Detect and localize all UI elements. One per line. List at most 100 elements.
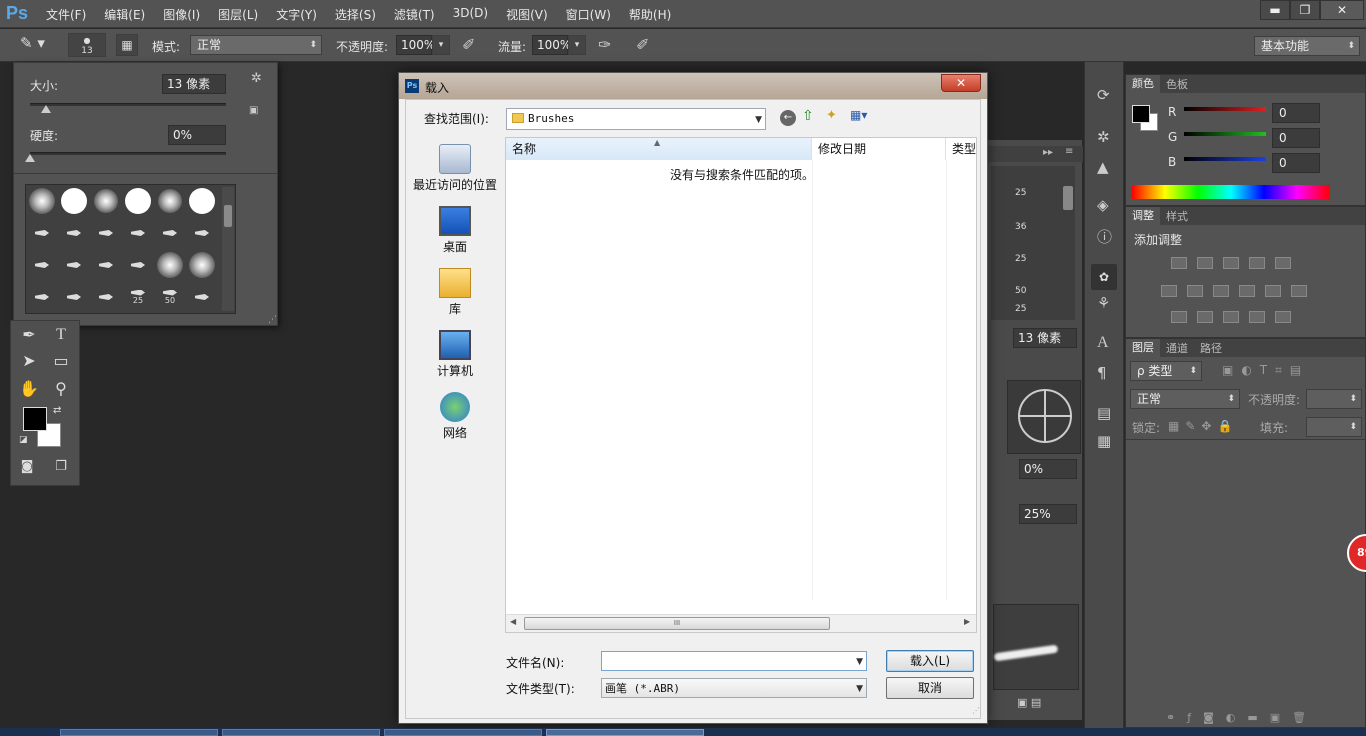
swap-colors-icon[interactable]: ⇄ — [53, 405, 61, 416]
column-modified[interactable]: 修改日期 — [812, 138, 946, 160]
horizontal-scrollbar[interactable]: ◀ III ▶ — [506, 614, 976, 632]
info-icon[interactable]: ⓘ — [1097, 226, 1112, 247]
brush-tip[interactable] — [156, 251, 184, 279]
bw-icon[interactable] — [1213, 285, 1229, 297]
window-close-button[interactable]: ✕ — [1320, 0, 1364, 20]
lock-icons[interactable]: ▦✎✥🔒 — [1168, 419, 1238, 433]
minimize-button[interactable]: ▬ — [1260, 0, 1290, 20]
brush-tip[interactable] — [188, 219, 216, 247]
brush-tip[interactable] — [28, 219, 56, 247]
posterize-icon[interactable] — [1197, 311, 1213, 323]
size-input[interactable]: 13 像素 — [162, 74, 226, 94]
menu-image[interactable]: 图像(I) — [163, 6, 200, 23]
brush-tip[interactable] — [60, 251, 88, 279]
restore-button[interactable]: ❐ — [1290, 0, 1320, 20]
brush-tip[interactable] — [124, 187, 152, 215]
quick-mask-icon[interactable]: ◙ — [15, 455, 39, 479]
tab-adjustments[interactable]: 调整 — [1126, 207, 1160, 225]
brush-panel-icon[interactable]: ✿ — [1091, 264, 1117, 290]
brush-tip[interactable] — [28, 251, 56, 279]
taskbar-item[interactable] — [222, 729, 380, 736]
brush-tool-preset-icon[interactable]: ✎ ▾ — [20, 34, 60, 56]
brush-tip[interactable] — [188, 251, 216, 279]
menu-layer[interactable]: 图层(L) — [218, 6, 258, 23]
menu-file[interactable]: 文件(F) — [46, 6, 86, 23]
brush-grid-scrollbar[interactable] — [222, 187, 234, 311]
scroll-right-icon[interactable]: ▶ — [964, 617, 970, 626]
up-folder-icon[interactable]: ⇧ — [802, 108, 814, 124]
tab-paths[interactable]: 路径 — [1194, 340, 1228, 356]
balance-icon[interactable] — [1187, 285, 1203, 297]
resize-grip-icon[interactable]: ⋰ — [268, 315, 277, 325]
place-network[interactable]: 网络 — [410, 392, 500, 441]
screen-mode-icon[interactable]: ❐ — [49, 455, 73, 479]
selective-color-icon[interactable] — [1275, 311, 1291, 323]
brush-tip[interactable] — [28, 283, 56, 311]
roundness-input[interactable]: 0% — [1019, 459, 1077, 479]
menu-filter[interactable]: 滤镜(T) — [394, 6, 435, 23]
taskbar-item[interactable] — [546, 729, 704, 736]
lookup-icon[interactable] — [1291, 285, 1307, 297]
view-menu-icon[interactable]: ▦▾ — [850, 108, 867, 122]
tab-styles[interactable]: 样式 — [1160, 208, 1194, 224]
opacity-dropdown[interactable]: ▾ — [432, 35, 450, 55]
taskbar-item[interactable] — [384, 729, 542, 736]
threshold-icon[interactable] — [1223, 311, 1239, 323]
scroll-left-icon[interactable]: ◀ — [510, 617, 516, 626]
size-slider-thumb[interactable] — [40, 105, 51, 113]
file-list[interactable]: 名称 ▲ 修改日期 类型 没有与搜索条件匹配的项。 ◀ III ▶ — [505, 137, 977, 633]
load-button[interactable]: 载入(L) — [886, 650, 974, 672]
brush-panel-toggle-icon[interactable]: ▦ — [116, 34, 138, 56]
fill-input[interactable] — [1306, 417, 1362, 437]
scroll-thumb[interactable]: III — [524, 617, 830, 630]
brush-tip[interactable] — [124, 251, 152, 279]
new-folder-icon[interactable]: ✦ — [826, 108, 837, 123]
green-slider[interactable] — [1184, 132, 1266, 136]
properties-icon[interactable]: ▤ — [1097, 404, 1111, 422]
pressure-size-icon[interactable]: ✐ — [636, 35, 649, 54]
column-name[interactable]: 名称 ▲ — [506, 138, 812, 160]
tab-color[interactable]: 颜色 — [1126, 75, 1160, 93]
cancel-button[interactable]: 取消 — [886, 677, 974, 699]
hardness-slider-thumb[interactable] — [25, 154, 35, 162]
brush-tip[interactable] — [188, 283, 216, 311]
path-select-icon[interactable]: ➤ — [17, 349, 41, 373]
taskbar-item[interactable] — [60, 729, 218, 736]
color-spectrum[interactable] — [1132, 185, 1330, 199]
default-colors-icon[interactable]: ◪ — [19, 435, 28, 445]
brush-tip[interactable] — [60, 187, 88, 215]
layer-filter-icons[interactable]: ▣◐T⌗▤ — [1222, 363, 1309, 378]
brush-list-scrollbar[interactable] — [1063, 186, 1073, 210]
menu-type[interactable]: 文字(Y) — [276, 6, 317, 23]
tab-channels[interactable]: 通道 — [1160, 340, 1194, 356]
brush-tip[interactable] — [28, 187, 56, 215]
column-type[interactable]: 类型 — [946, 138, 978, 160]
menu-view[interactable]: 视图(V) — [506, 6, 548, 23]
character-icon[interactable]: A — [1097, 334, 1109, 352]
red-slider[interactable] — [1184, 107, 1266, 111]
blue-slider[interactable] — [1184, 157, 1266, 161]
back-icon[interactable]: ← — [780, 110, 796, 126]
pressure-opacity-icon[interactable]: ✐ — [462, 35, 475, 54]
place-desktop[interactable]: 桌面 — [410, 206, 500, 255]
blend-mode-select[interactable]: 正常 — [1130, 389, 1240, 409]
mode-select[interactable]: 正常 — [190, 35, 322, 55]
paragraph-icon[interactable]: ¶ — [1097, 364, 1107, 382]
clone-source-icon[interactable]: ⚘ — [1097, 294, 1110, 312]
gradient-map-icon[interactable] — [1249, 311, 1265, 323]
filename-input[interactable]: ▼ — [601, 651, 867, 671]
menu-window[interactable]: 窗口(W) — [566, 6, 611, 23]
brush-angle-preview[interactable] — [1007, 380, 1081, 454]
brush-preset-picker[interactable]: ● 13 — [68, 33, 106, 57]
histogram-icon[interactable]: ▲ — [1097, 158, 1109, 176]
zoom-tool-icon[interactable]: ⚲ — [49, 377, 73, 401]
brush-tip[interactable] — [156, 187, 184, 215]
notes-icon[interactable]: ▦ — [1097, 432, 1111, 450]
hardness-slider-track[interactable] — [30, 152, 226, 155]
menu-edit[interactable]: 编辑(E) — [104, 6, 145, 23]
dialog-close-button[interactable]: ✕ — [941, 74, 981, 92]
blue-input[interactable]: 0 — [1272, 153, 1320, 173]
reset-size-icon[interactable]: ▣ — [249, 105, 258, 116]
place-computer[interactable]: 计算机 — [410, 330, 500, 379]
brush-tip[interactable]: 50 — [156, 283, 184, 311]
